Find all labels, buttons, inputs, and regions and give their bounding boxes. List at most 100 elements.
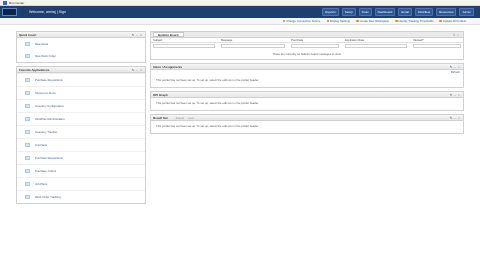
- favorite-app-item[interactable]: Inventory Configuration: [17, 99, 145, 112]
- favorite-app-label: Job Plans: [35, 182, 48, 186]
- app-icon: [3, 0, 7, 5]
- kpi-graph-title: KPI Graph: [153, 92, 168, 97]
- filter-subject-input[interactable]: [153, 44, 215, 48]
- application-icon: [25, 143, 30, 147]
- column-header-viewed[interactable]: Viewed?: [413, 38, 467, 42]
- link-label: Display Settings: [330, 19, 351, 23]
- welcome-user-label: Welcome, amiraj | Sign: [29, 10, 66, 14]
- favorite-app-item[interactable]: Purchase Orders: [17, 164, 145, 177]
- application-icon: [25, 156, 30, 160]
- favorite-app-item[interactable]: Purchase Requisitions: [17, 151, 145, 164]
- favorite-applications-title: Favorite Applications: [19, 67, 50, 72]
- link-icon: [282, 19, 286, 23]
- quick-insert-title: Quick Insert: [19, 32, 37, 37]
- favorite-app-label: Purchase Requisitions: [35, 156, 63, 160]
- quick-insert-item-new-work-order[interactable]: New Work Order: [17, 50, 145, 62]
- quick-insert-item-new-asset[interactable]: New Asset: [17, 38, 145, 50]
- link-icon: [439, 19, 442, 23]
- favorite-app-item[interactable]: Workflow Administration: [17, 112, 145, 125]
- application-icon: [25, 104, 30, 108]
- bulletin-board-portlet: Bulletin Board ✎ × Subject Message Post …: [150, 31, 464, 60]
- nav-setup[interactable]: Setup: [341, 8, 356, 16]
- left-column: Quick Insert ✎ – × New Asset New Work Or…: [16, 31, 146, 261]
- asset-icon: [25, 42, 30, 46]
- subbar-link-display-settings[interactable]: Display Settings: [326, 19, 351, 23]
- inbox-setup-message: This portlet has not been set up. To set…: [156, 78, 260, 82]
- nav-tools[interactable]: Tools: [358, 8, 372, 16]
- application-icon: [25, 195, 30, 199]
- action-links-bar: Change Connection Source Display Setting…: [0, 18, 480, 25]
- close-icon[interactable]: ×: [139, 68, 143, 72]
- link-icon: [395, 19, 398, 23]
- nav-dashboard[interactable]: Dashboard: [374, 8, 396, 16]
- close-icon[interactable]: ×: [457, 33, 461, 37]
- nav-email[interactable]: Email: [398, 8, 412, 16]
- top-navigation-bar: Welcome, amiraj | Sign Reports Setup Too…: [0, 6, 480, 18]
- favorite-app-label: Inventory Configuration: [35, 104, 64, 108]
- tab-bulletin-board[interactable]: Bulletin Board: [153, 32, 184, 37]
- subbar-link-identity-tracking[interactable]: Identity Tracking Thresholds: [395, 19, 433, 23]
- favorite-app-label: Workflow Administration: [35, 117, 65, 121]
- work-order-icon: [25, 54, 30, 58]
- close-icon[interactable]: ×: [457, 116, 461, 120]
- quick-insert-label: New Asset: [35, 42, 49, 46]
- top-nav: Reports Setup Tools Dashboard Email Work…: [322, 8, 480, 16]
- result-set-portlet: Result Set Assets Locs ✎ – × This portle…: [150, 114, 464, 134]
- column-header-subject[interactable]: Subject: [153, 38, 221, 42]
- nav-resources[interactable]: Resources: [436, 8, 457, 16]
- kpi-graph-portlet: KPI Graph ✎ – × This portlet has not bee…: [150, 91, 464, 111]
- favorite-applications-portlet: Favorite Applications ✎ – × Purchase Req…: [16, 66, 146, 204]
- refresh-link[interactable]: Refresh: [451, 71, 460, 74]
- application-icon: [25, 91, 30, 95]
- favorite-app-item[interactable]: Inventory Transfer: [17, 125, 145, 138]
- favorite-app-item[interactable]: Storeroom Items: [17, 86, 145, 99]
- favorite-app-item[interactable]: Job Plans: [17, 177, 145, 190]
- column-header-post-date[interactable]: Post Date: [291, 38, 345, 42]
- favorite-app-label: Purchase Requisitions: [35, 78, 63, 82]
- link-label: Change Connection Source: [286, 19, 321, 23]
- quick-insert-label: New Work Order: [35, 54, 56, 58]
- close-icon[interactable]: ×: [457, 65, 461, 69]
- link-icon: [326, 19, 329, 23]
- inbox-assignments-portlet: Inbox / Assignments ✎ – × Refresh This p…: [150, 63, 464, 88]
- kpi-setup-message: This portlet has not been set up. To set…: [156, 101, 260, 105]
- brand-logo: [2, 8, 17, 16]
- application-icon: [25, 78, 30, 82]
- filter-message-input[interactable]: [221, 44, 285, 48]
- link-icon: [356, 19, 359, 23]
- close-icon[interactable]: ×: [139, 33, 143, 37]
- favorite-app-label: Storeroom Items: [35, 91, 56, 95]
- favorite-app-item[interactable]: Contracts: [17, 138, 145, 151]
- filter-post-date-input[interactable]: [291, 44, 339, 48]
- favorite-app-label: Contracts: [35, 143, 47, 147]
- inbox-assignments-title: Inbox / Assignments: [153, 64, 183, 69]
- column-header-message[interactable]: Message: [221, 38, 291, 42]
- tab-assets[interactable]: Assets: [176, 116, 184, 120]
- filter-viewed-input[interactable]: [413, 44, 461, 48]
- subbar-link-change-connection[interactable]: Change Connection Source: [282, 19, 321, 23]
- link-label: Identity Tracking Thresholds: [398, 19, 434, 23]
- bulletin-empty-message: There are currently no bulletin board me…: [272, 52, 342, 56]
- favorite-app-item[interactable]: Work Order Tracking: [17, 190, 145, 203]
- subbar-link-update-portlets[interactable]: Update All Portlets: [439, 19, 466, 23]
- subbar-link-create-workspace[interactable]: Create New Workspace: [356, 19, 389, 23]
- link-label: Create New Workspace: [359, 19, 390, 23]
- column-header-expiration-date[interactable]: Expiration Date: [345, 38, 413, 42]
- filter-expiration-date-input[interactable]: [345, 44, 407, 48]
- close-icon[interactable]: ×: [457, 93, 461, 97]
- result-set-tabs: Assets Locs: [176, 116, 194, 120]
- link-label: Update All Portlets: [442, 19, 466, 23]
- application-icon: [25, 182, 30, 186]
- favorite-app-item[interactable]: Purchase Requisitions: [17, 73, 145, 86]
- result-set-setup-message: This portlet has not been set up. To set…: [156, 124, 260, 128]
- tab-locs[interactable]: Locs: [188, 116, 194, 120]
- nav-workflow[interactable]: Workflow: [414, 8, 434, 16]
- nav-admin[interactable]: Admin: [459, 8, 474, 16]
- quick-insert-portlet: Quick Insert ✎ – × New Asset New Work Or…: [16, 31, 146, 63]
- window-title: Run Center: [9, 0, 25, 5]
- application-icon: [25, 169, 30, 173]
- nav-reports[interactable]: Reports: [322, 8, 339, 16]
- application-icon: [25, 117, 30, 121]
- favorite-app-label: Purchase Orders: [35, 169, 57, 173]
- result-set-title: Result Set: [153, 115, 168, 120]
